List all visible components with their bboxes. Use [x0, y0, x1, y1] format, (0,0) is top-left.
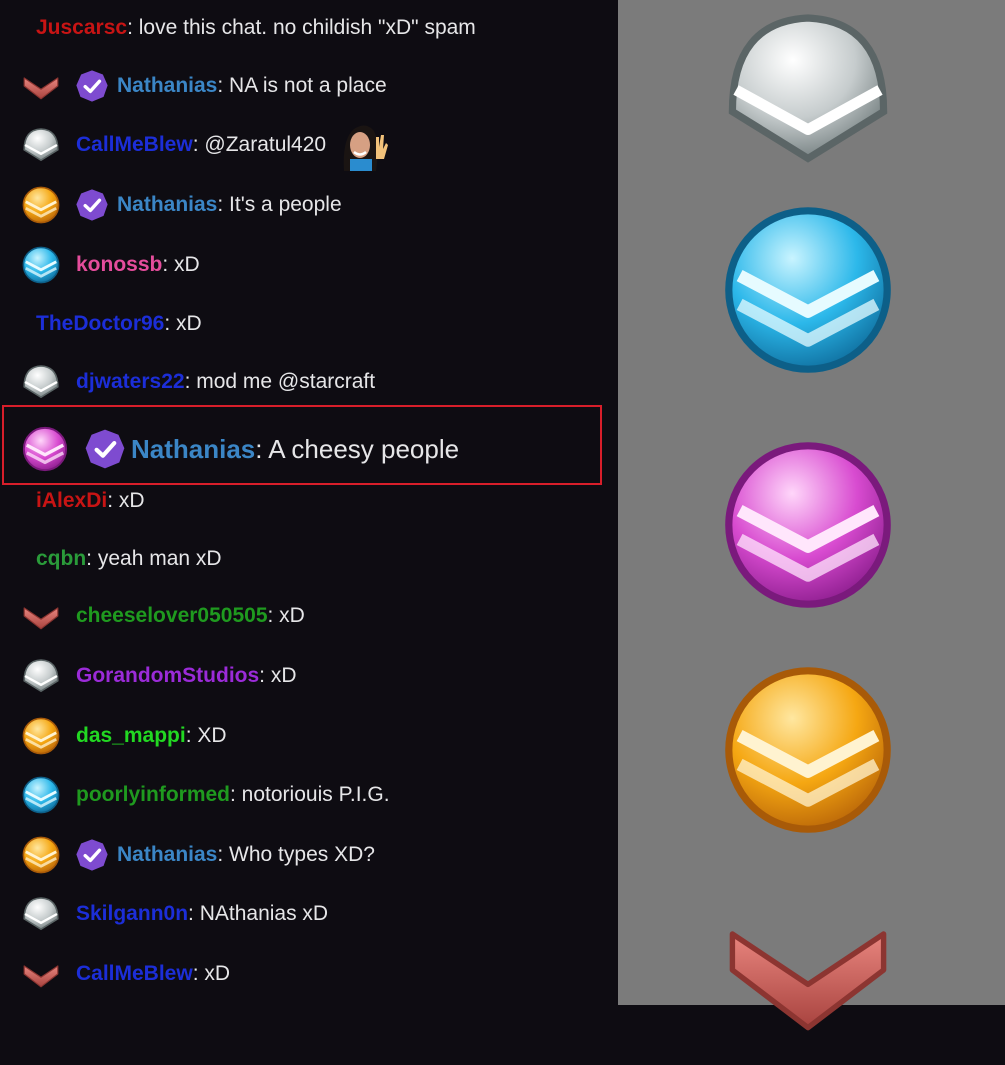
message-content: TheDoctor96: xD	[36, 306, 202, 342]
message-text: : notoriouis P.I.G.	[230, 783, 390, 806]
username[interactable]: Juscarsc	[36, 16, 127, 40]
username[interactable]: Skilgann0n	[76, 902, 188, 926]
blue-badge-icon[interactable]	[20, 776, 62, 814]
red-chevron-badge-icon[interactable]	[20, 598, 62, 634]
username[interactable]: Nathanias	[117, 193, 217, 217]
username[interactable]: Nathanias	[117, 843, 217, 867]
message-text: : Who types XD?	[217, 843, 375, 866]
message-content: GorandomStudios: xD	[76, 658, 297, 694]
chat-message: Nathanias: Who types XD?	[0, 836, 618, 874]
chat-message: konossb: xD	[0, 246, 618, 284]
chat-message: iAlexDi: xD	[0, 483, 618, 519]
message-content: iAlexDi: xD	[36, 483, 145, 519]
gold-badge-icon[interactable]	[20, 186, 62, 224]
message-text: : NA is not a place	[217, 74, 387, 97]
username[interactable]: konossb	[76, 253, 162, 277]
silver-badge-icon[interactable]	[20, 364, 62, 400]
username[interactable]: djwaters22	[76, 370, 185, 394]
username[interactable]: GorandomStudios	[76, 664, 259, 688]
message-content: poorlyinformed: notoriouis P.I.G.	[76, 777, 390, 813]
username[interactable]: CallMeBlew	[76, 962, 193, 986]
silver-badge-icon[interactable]	[20, 658, 62, 694]
username[interactable]: cheeselover050505	[76, 604, 268, 628]
chat-message: GorandomStudios: xD	[0, 658, 618, 694]
message-text: : yeah man xD	[86, 547, 222, 570]
message-content: Skilgann0n: NAthanias xD	[76, 896, 328, 932]
large-gold-badge-icon	[718, 660, 898, 845]
chat-message: Nathanias: It's a people	[0, 186, 618, 224]
blue-badge-icon[interactable]	[20, 246, 62, 284]
gold-badge-icon[interactable]	[20, 836, 62, 874]
verified-badge-icon[interactable]	[71, 187, 113, 223]
username[interactable]: iAlexDi	[36, 489, 107, 513]
chat-message: CallMeBlew: @Zaratul420	[0, 119, 618, 171]
red-chevron-badge-icon[interactable]	[20, 68, 62, 104]
username[interactable]: cqbn	[36, 547, 86, 571]
message-content: Nathanias: Who types XD?	[117, 837, 375, 873]
message-text: : love this chat. no childish "xD" spam	[127, 16, 476, 39]
message-text: : xD	[192, 962, 231, 985]
chat-message: djwaters22: mod me @starcraft	[0, 364, 618, 400]
chat-message: Skilgann0n: NAthanias xD	[0, 896, 618, 932]
red-chevron-badge-icon[interactable]	[20, 956, 62, 992]
verified-badge-icon[interactable]	[71, 68, 113, 104]
chat-panel: Juscarsc: love this chat. no childish "x…	[0, 0, 618, 1005]
waving-woman-emote	[336, 119, 389, 171]
chat-message: Nathanias: NA is not a place	[0, 68, 618, 104]
chat-message: das_mappi: XD	[0, 717, 618, 755]
message-content: konossb: xD	[76, 247, 200, 283]
username[interactable]: poorlyinformed	[76, 783, 230, 807]
message-text: : xD	[164, 312, 202, 335]
message-text: : xD	[107, 489, 145, 512]
username[interactable]: Nathanias	[117, 74, 217, 98]
message-content: das_mappi: XD	[76, 718, 227, 754]
large-purple-badge-icon	[718, 435, 898, 620]
large-silver-badge-icon	[718, 0, 898, 185]
silver-badge-icon[interactable]	[20, 127, 62, 163]
message-content: Nathanias: It's a people	[117, 187, 342, 223]
large-red-chevron-badge-icon	[718, 880, 898, 1065]
chat-message: cqbn: yeah man xD	[0, 541, 618, 577]
chat-message: cheeselover050505: xD	[0, 598, 618, 634]
message-content: CallMeBlew: @Zaratul420	[76, 119, 389, 171]
message-content: Nathanias: NA is not a place	[117, 68, 387, 104]
message-content: djwaters22: mod me @starcraft	[76, 364, 375, 400]
chat-message: TheDoctor96: xD	[0, 306, 618, 342]
badge-panel	[618, 0, 1005, 1031]
message-text: : xD	[267, 604, 305, 627]
large-blue-badge-icon	[718, 200, 898, 385]
message-content: cqbn: yeah man xD	[36, 541, 222, 577]
message-content: cheeselover050505: xD	[76, 598, 305, 634]
message-text: : It's a people	[217, 193, 342, 216]
chat-message: CallMeBlew: xD	[0, 956, 618, 992]
message-text: : xD	[162, 253, 200, 276]
message-text: : @Zaratul420	[192, 133, 327, 156]
verified-badge-icon[interactable]	[71, 837, 113, 873]
gold-badge-icon[interactable]	[20, 717, 62, 755]
silver-badge-icon[interactable]	[20, 896, 62, 932]
username[interactable]: CallMeBlew	[76, 133, 193, 157]
message-content: CallMeBlew: xD	[76, 956, 230, 992]
message-text: : xD	[259, 664, 297, 687]
highlighted-message-box	[2, 405, 602, 485]
message-text: : NAthanias xD	[188, 902, 329, 925]
message-text: : XD	[185, 724, 227, 747]
username[interactable]: TheDoctor96	[36, 312, 164, 336]
username[interactable]: das_mappi	[76, 724, 186, 748]
message-text: : mod me @starcraft	[184, 370, 376, 393]
chat-message: poorlyinformed: notoriouis P.I.G.	[0, 776, 618, 814]
message-content: Juscarsc: love this chat. no childish "x…	[36, 10, 476, 46]
chat-message: Juscarsc: love this chat. no childish "x…	[0, 10, 618, 46]
